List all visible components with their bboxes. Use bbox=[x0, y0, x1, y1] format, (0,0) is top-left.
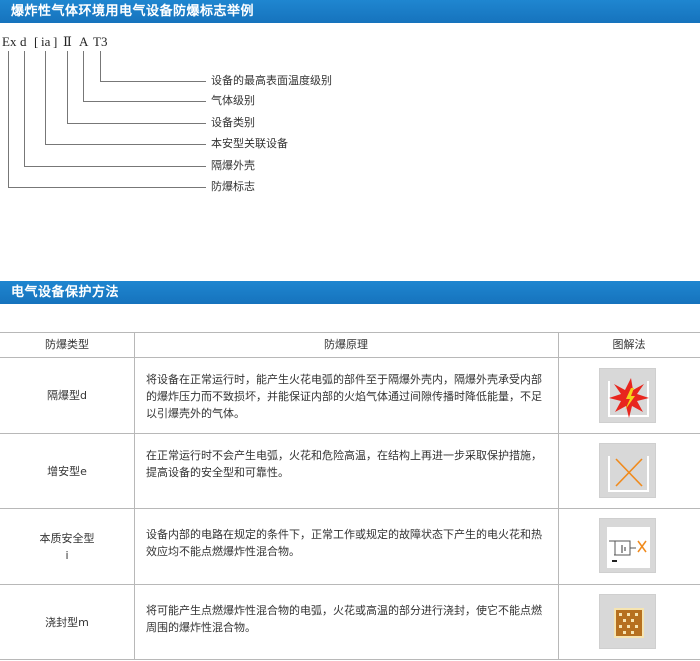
circuit-icon bbox=[599, 518, 656, 573]
label-gas-group: 气体级别 bbox=[211, 94, 255, 107]
type-label-suffix: i bbox=[65, 548, 69, 562]
code-gas-group: A bbox=[79, 34, 89, 49]
table-row-description: 将设备在正常运行时，能产生火花电弧的部件至于隔爆外壳内，隔爆外壳承受内部的爆炸压… bbox=[146, 373, 542, 420]
table-row-description: 在正常运行时不会产生电弧，火花和危险高温，在结构上再进一步采取保护措施，提高设备… bbox=[146, 449, 542, 479]
code-ia: ia bbox=[41, 34, 51, 49]
table-row-type: 浇封型m bbox=[0, 585, 134, 659]
label-ex-mark: 防爆标志 bbox=[211, 180, 255, 193]
column-header-principle: 防爆原理 bbox=[324, 338, 368, 351]
code-d: d bbox=[20, 34, 27, 49]
type-label: 浇封型m bbox=[45, 615, 89, 629]
type-label: 本质安全型 bbox=[39, 531, 95, 545]
column-header-diagram: 图解法 bbox=[612, 338, 646, 351]
table-row-type: 隔爆型d bbox=[0, 358, 134, 433]
label-max-surface-temp: 设备的最高表面温度级别 bbox=[211, 74, 332, 87]
code-bracket-open: [ bbox=[34, 34, 39, 49]
flame-burst-icon bbox=[599, 368, 656, 423]
label-equipment-class: 设备类别 bbox=[211, 116, 255, 129]
x-cross-icon bbox=[599, 443, 656, 498]
code-ex: Ex bbox=[2, 34, 17, 49]
label-associated-apparatus: 本安型关联设备 bbox=[211, 137, 288, 150]
table-row-description: 设备内部的电路在规定的条件下，正常工作或规定的故障状态下产生的电火花和热效应均不… bbox=[146, 528, 542, 558]
table-row-type: 增安型e bbox=[0, 434, 134, 508]
table-row-type: 本质安全型 i bbox=[0, 509, 134, 584]
column-header-type: 防爆类型 bbox=[45, 338, 89, 351]
code-temp-class: T3 bbox=[93, 34, 108, 49]
type-label: 增安型e bbox=[47, 464, 87, 478]
table-row-description: 将可能产生点燃爆炸性混合物的电弧，火花或高温的部分进行浇封，使它不能点燃周围的爆… bbox=[146, 604, 542, 634]
code-bracket-close: ] bbox=[53, 34, 58, 49]
label-flameproof-enclosure: 隔爆外壳 bbox=[211, 159, 255, 172]
section-header-protection-methods: 电气设备保护方法 bbox=[0, 281, 700, 304]
type-label: 隔爆型d bbox=[47, 389, 87, 402]
encapsulation-icon bbox=[599, 594, 656, 649]
code-group: Ⅱ bbox=[63, 34, 72, 49]
section-header-marking-example: 爆炸性气体环境用电气设备防爆标志举例 bbox=[0, 0, 700, 23]
protection-methods-table: 防爆类型 防爆原理 图解法 隔爆型d 将设备在正常运行时，能产生火花电弧的部件至… bbox=[0, 332, 700, 661]
